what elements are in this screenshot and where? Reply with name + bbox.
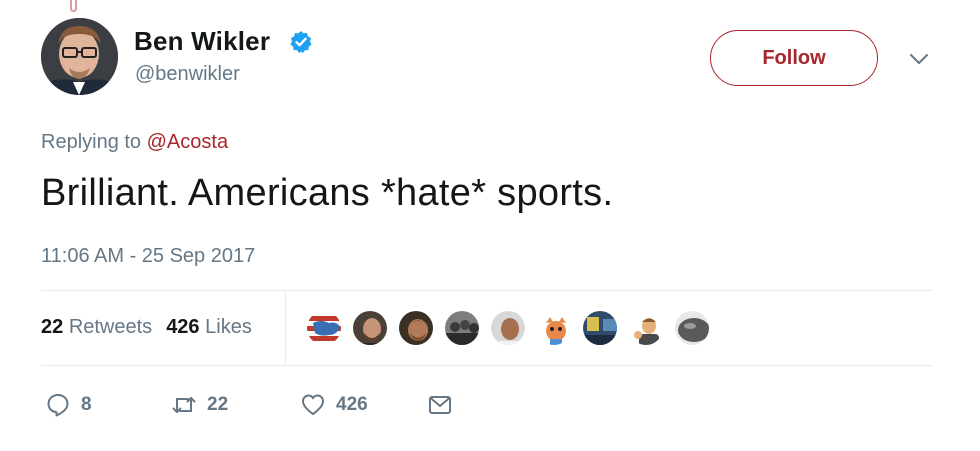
object-avatar-icon xyxy=(675,311,709,345)
liker-avatar[interactable] xyxy=(535,309,573,347)
decorative-mark xyxy=(70,0,77,12)
cartoon-avatar-icon xyxy=(537,311,571,345)
cartoon-avatar-icon xyxy=(629,311,663,345)
like-button[interactable]: 426 xyxy=(300,388,368,422)
reply-button[interactable]: 8 xyxy=(45,388,92,422)
divider-top xyxy=(41,290,932,291)
verified-badge-icon xyxy=(290,31,312,53)
retweets-stat-count: 22 xyxy=(41,316,64,338)
reply-count: 8 xyxy=(81,394,92,415)
retweet-count: 22 xyxy=(207,394,229,415)
liker-avatar[interactable] xyxy=(443,309,481,347)
liker-avatar[interactable] xyxy=(489,309,527,347)
avatar-portrait-icon xyxy=(41,18,118,95)
envelope-icon xyxy=(429,396,451,414)
stats-divider xyxy=(285,291,286,365)
retweets-stat[interactable]: 22 Retweets xyxy=(41,316,152,338)
replying-to-line: Replying to @Acosta xyxy=(41,131,228,154)
liker-avatar[interactable] xyxy=(351,309,389,347)
liker-avatar[interactable] xyxy=(305,309,343,347)
liker-avatar[interactable] xyxy=(397,309,435,347)
tweet-text: Brilliant. Americans *hate* sports. xyxy=(41,172,614,214)
retweet-icon xyxy=(172,397,196,413)
like-count: 426 xyxy=(336,394,368,415)
scene-avatar-icon xyxy=(583,311,617,345)
person-avatar-icon xyxy=(353,311,387,345)
flag-map-avatar-icon xyxy=(307,311,341,345)
reply-icon xyxy=(47,394,69,417)
divider-bottom xyxy=(41,365,932,366)
author-handle[interactable]: @benwikler xyxy=(135,63,240,86)
tweet-stats: 22 Retweets 426 Likes xyxy=(41,316,252,339)
liker-avatar[interactable] xyxy=(581,309,619,347)
likes-stat[interactable]: 426 Likes xyxy=(166,316,252,338)
heart-icon xyxy=(302,394,324,415)
group-avatar-icon xyxy=(445,311,479,345)
likes-stat-count: 426 xyxy=(166,316,200,338)
author-avatar[interactable] xyxy=(41,18,118,95)
author-display-name[interactable]: Ben Wikler xyxy=(134,26,270,57)
reply-mention-link[interactable]: @Acosta xyxy=(147,131,228,153)
person-avatar-icon xyxy=(399,311,433,345)
tweet-timestamp[interactable]: 11:06 AM - 25 Sep 2017 xyxy=(41,245,255,268)
likes-stat-label: Likes xyxy=(205,316,252,338)
retweet-button[interactable]: 22 xyxy=(171,388,228,422)
retweets-stat-label: Retweets xyxy=(68,316,153,338)
direct-message-button[interactable] xyxy=(427,388,453,422)
chevron-down-icon[interactable] xyxy=(908,52,930,66)
person-avatar-icon xyxy=(491,311,525,345)
liker-avatar[interactable] xyxy=(673,309,711,347)
liker-avatar[interactable] xyxy=(627,309,665,347)
follow-button[interactable]: Follow xyxy=(710,30,878,86)
tweet-card: Ben Wikler @benwikler Follow Replying to… xyxy=(0,0,980,451)
replying-to-label: Replying to xyxy=(41,131,142,153)
